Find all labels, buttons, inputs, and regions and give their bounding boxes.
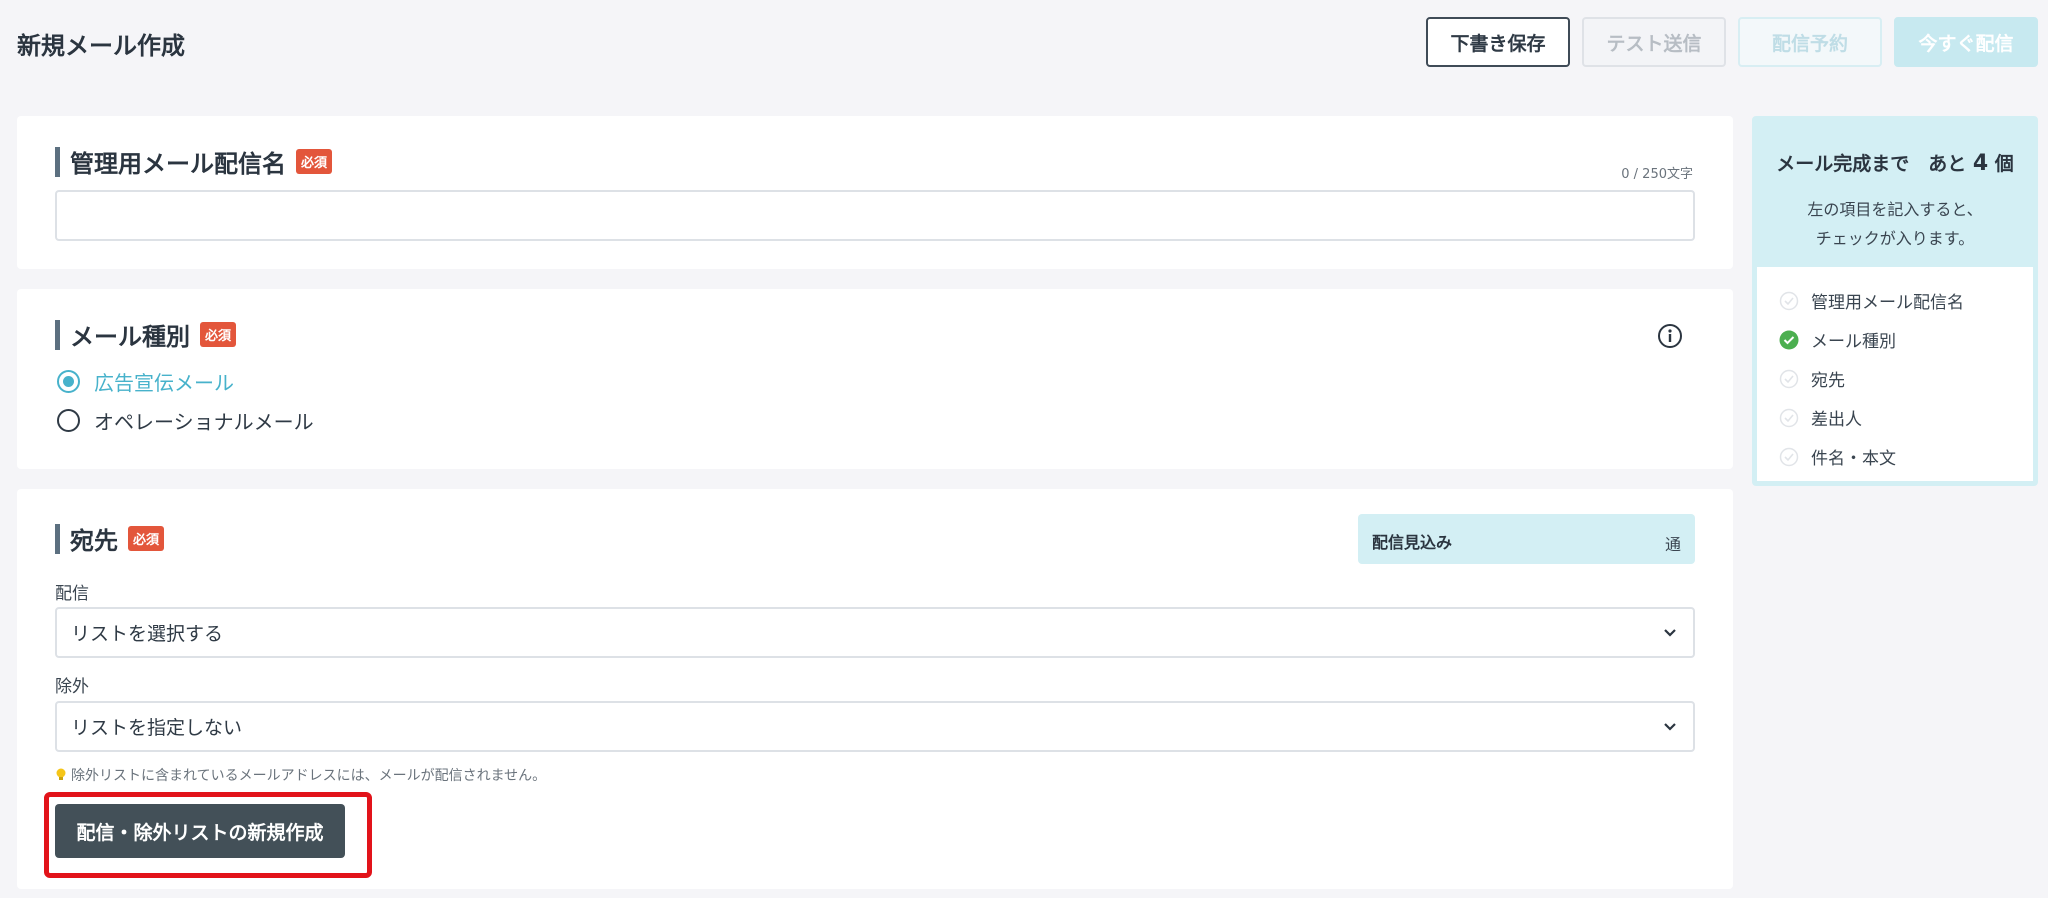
- chevron-down-icon: [1664, 723, 1676, 731]
- checklist-label: 件名・本文: [1811, 449, 1896, 469]
- create-list-button[interactable]: 配信・除外リストの新規作成: [55, 804, 345, 858]
- completion-checklist: 管理用メール配信名 メール種別 宛先 差出人 件名・本文: [1779, 281, 1964, 476]
- checklist-item: 宛先: [1779, 359, 1964, 398]
- checklist-label: 管理用メール配信名: [1811, 293, 1964, 313]
- checklist-item: メール種別: [1779, 320, 1964, 359]
- check-circle-done-icon: [1779, 330, 1799, 349]
- radio-advertising[interactable]: 広告宣伝メール: [57, 367, 234, 396]
- checklist-label: メール種別: [1811, 332, 1896, 352]
- deliver-select-value: リストを選択する: [71, 623, 224, 645]
- estimate-label: 配信見込み: [1372, 533, 1453, 552]
- mail-name-title: 管理用メール配信名: [70, 150, 286, 178]
- completion-panel-header: メール完成まで あと 4 個 左の項目を記入すると、 チェックが入ります。: [1757, 121, 2033, 267]
- exclude-label: 除外: [55, 677, 89, 697]
- deliver-list-select[interactable]: リストを選択する: [55, 607, 1695, 658]
- checklist-item: 件名・本文: [1779, 437, 1964, 476]
- exclude-select-value: リストを指定しない: [71, 717, 243, 739]
- remaining-count: 4: [1972, 151, 1989, 176]
- required-badge: 必須: [296, 149, 333, 174]
- required-badge: 必須: [200, 322, 237, 347]
- completion-description: 左の項目を記入すると、 チェックが入ります。: [1757, 195, 2033, 253]
- info-icon[interactable]: [1657, 323, 1683, 349]
- heading-bar: [55, 319, 60, 350]
- radio-operational[interactable]: オペレーショナルメール: [57, 406, 314, 435]
- completion-title-suffix: 個: [1994, 153, 2014, 175]
- deliver-label: 配信: [55, 584, 89, 604]
- checklist-item: 差出人: [1779, 398, 1964, 437]
- radio-button[interactable]: [57, 409, 80, 432]
- exclude-list-select[interactable]: リストを指定しない: [55, 701, 1695, 752]
- mail-name-input[interactable]: [55, 190, 1695, 241]
- completion-desc-line2: チェックが入ります。: [1815, 229, 1975, 248]
- checklist-label: 宛先: [1811, 371, 1845, 391]
- checklist-item: 管理用メール配信名: [1779, 281, 1964, 320]
- check-circle-icon: [1779, 369, 1799, 388]
- required-badge: 必須: [128, 526, 165, 551]
- mail-name-card: 管理用メール配信名 必須 0 / 250文字: [17, 116, 1733, 269]
- mail-type-title: メール種別: [70, 323, 190, 351]
- toolbar: 下書き保存 テスト送信 配信予約 今すぐ配信: [1426, 17, 2038, 67]
- estimate-unit: 通: [1664, 535, 1681, 554]
- send-now-button[interactable]: 今すぐ配信: [1894, 17, 2038, 67]
- mail-type-card: メール種別 必須 広告宣伝メール オペレーショナルメール: [17, 289, 1733, 469]
- completion-title: メール完成まで あと 4 個: [1757, 149, 2033, 176]
- heading-bar: [55, 523, 60, 554]
- test-send-button[interactable]: テスト送信: [1582, 17, 1726, 67]
- chevron-down-icon: [1664, 629, 1676, 637]
- check-circle-icon: [1779, 447, 1799, 466]
- radio-label: 広告宣伝メール: [94, 371, 234, 395]
- completion-title-prefix: メール完成まで あと: [1776, 153, 1967, 175]
- mail-type-heading: メール種別 必須: [55, 317, 237, 352]
- recipient-title: 宛先: [70, 527, 118, 555]
- save-draft-button[interactable]: 下書き保存: [1426, 17, 1570, 67]
- delivery-estimate: 配信見込み 通: [1358, 514, 1695, 564]
- completion-desc-line1: 左の項目を記入すると、: [1807, 200, 1983, 219]
- mail-name-heading: 管理用メール配信名 必須: [55, 144, 333, 179]
- recipient-heading: 宛先 必須: [55, 521, 165, 556]
- exclude-hint: 除外リストに含まれているメールアドレスには、メールが配信されません。: [55, 765, 546, 785]
- hint-text: 除外リストに含まれているメールアドレスには、メールが配信されません。: [71, 768, 547, 784]
- schedule-button[interactable]: 配信予約: [1738, 17, 1882, 67]
- check-circle-icon: [1779, 408, 1799, 427]
- char-counter: 0 / 250文字: [1621, 167, 1693, 182]
- check-circle-icon: [1779, 291, 1799, 310]
- page-title: 新規メール作成: [17, 32, 185, 60]
- completion-panel: メール完成まで あと 4 個 左の項目を記入すると、 チェックが入ります。 管理…: [1752, 116, 2038, 486]
- recipient-card: 宛先 必須 配信見込み 通 配信 リストを選択する 除外 リストを指定しない 除…: [17, 489, 1733, 889]
- radio-label: オペレーショナルメール: [94, 410, 314, 434]
- heading-bar: [55, 146, 60, 177]
- checklist-label: 差出人: [1811, 410, 1862, 430]
- radio-button[interactable]: [57, 370, 80, 393]
- lightbulb-icon: [56, 768, 66, 780]
